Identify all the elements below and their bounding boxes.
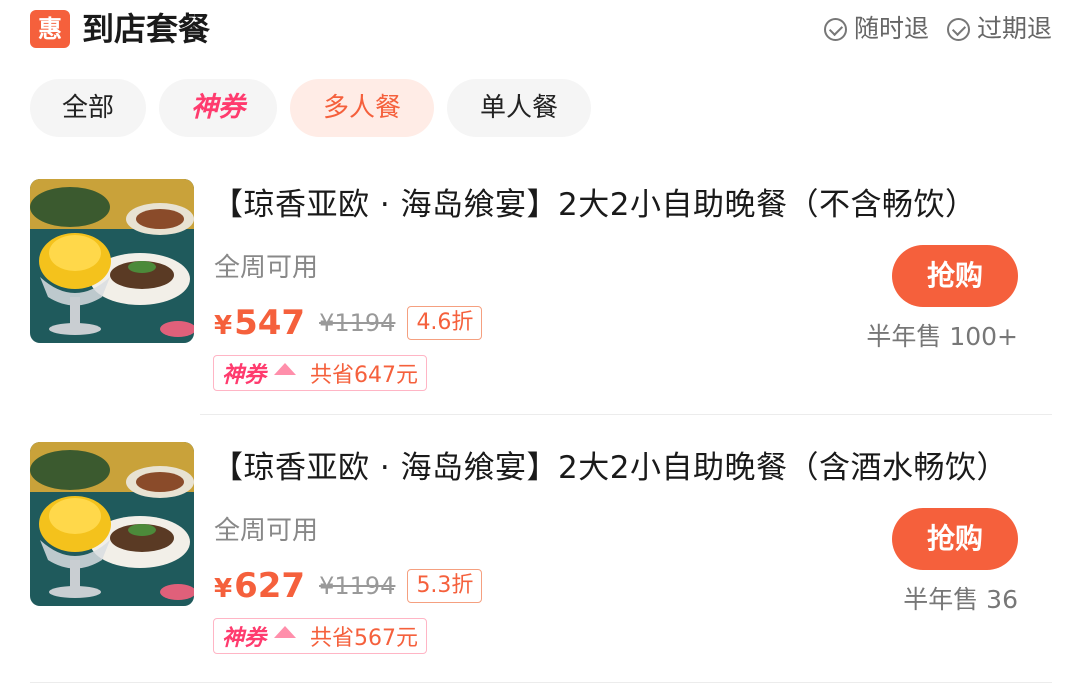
- sales-count: 半年售 36: [903, 585, 1018, 614]
- sales-count: 半年售 100+: [866, 322, 1018, 351]
- guarantee-label: 随时退: [853, 14, 929, 43]
- guarantee-refund-anytime: 随时退: [823, 14, 929, 44]
- divider: [200, 414, 1052, 415]
- discount-tag: 4.6折: [407, 306, 483, 340]
- check-circle-icon: [946, 17, 970, 41]
- chip-multi-person[interactable]: 多人餐: [290, 79, 434, 137]
- voucher-label: 神券: [222, 363, 267, 388]
- product-image: [30, 442, 194, 606]
- discount-tag: 5.3折: [407, 569, 483, 603]
- buy-button[interactable]: 抢购: [892, 245, 1018, 307]
- current-price: ¥547: [214, 303, 306, 343]
- guarantee-label: 过期退: [976, 14, 1052, 43]
- chip-voucher[interactable]: 神券: [159, 79, 277, 137]
- product-title[interactable]: 【琼香亚欧 · 海岛飨宴】2大2小自助晚餐（不含畅饮）: [212, 185, 977, 225]
- buy-button[interactable]: 抢购: [892, 508, 1018, 570]
- filter-chips: 全部 神券 多人餐 单人餐: [30, 79, 591, 137]
- chip-all[interactable]: 全部: [30, 79, 146, 137]
- current-price: ¥627: [214, 566, 306, 606]
- product-availability: 全周可用: [214, 516, 319, 546]
- voucher-saving-tag: 神券 共省647元: [213, 355, 428, 391]
- product-availability: 全周可用: [214, 253, 319, 283]
- saving-amount: 共省647元: [310, 363, 419, 388]
- original-price: ¥1194: [319, 309, 396, 337]
- voucher-label: 神券: [222, 626, 267, 651]
- saving-amount: 共省567元: [310, 626, 419, 651]
- original-price: ¥1194: [319, 572, 396, 600]
- chip-single-person[interactable]: 单人餐: [447, 79, 591, 137]
- voucher-saving-tag: 神券 共省567元: [213, 618, 428, 654]
- product-title[interactable]: 【琼香亚欧 · 海岛飨宴】2大2小自助晚餐（含酒水畅饮）: [212, 448, 1008, 488]
- price-row: ¥627 ¥1194 5.3折: [214, 566, 483, 606]
- guarantee-refund-expired: 过期退: [946, 14, 1052, 44]
- divider: [30, 682, 1052, 683]
- section-title: 到店套餐: [82, 10, 211, 48]
- product-card[interactable]: 【琼香亚欧 · 海岛飨宴】2大2小自助晚餐（含酒水畅饮） 全周可用 ¥627 ¥…: [30, 440, 1052, 670]
- product-image: [30, 179, 194, 343]
- arrow-up-icon: [274, 363, 297, 375]
- discount-badge-icon: 惠: [30, 10, 70, 48]
- arrow-up-icon: [274, 626, 297, 638]
- check-circle-icon: [823, 17, 847, 41]
- guarantee-list: 随时退 过期退: [823, 14, 1052, 44]
- product-card[interactable]: 【琼香亚欧 · 海岛飨宴】2大2小自助晚餐（不含畅饮） 全周可用 ¥547 ¥1…: [30, 177, 1052, 407]
- price-row: ¥547 ¥1194 4.6折: [214, 303, 483, 343]
- section-header: 惠 到店套餐 随时退 过期退: [30, 10, 1052, 50]
